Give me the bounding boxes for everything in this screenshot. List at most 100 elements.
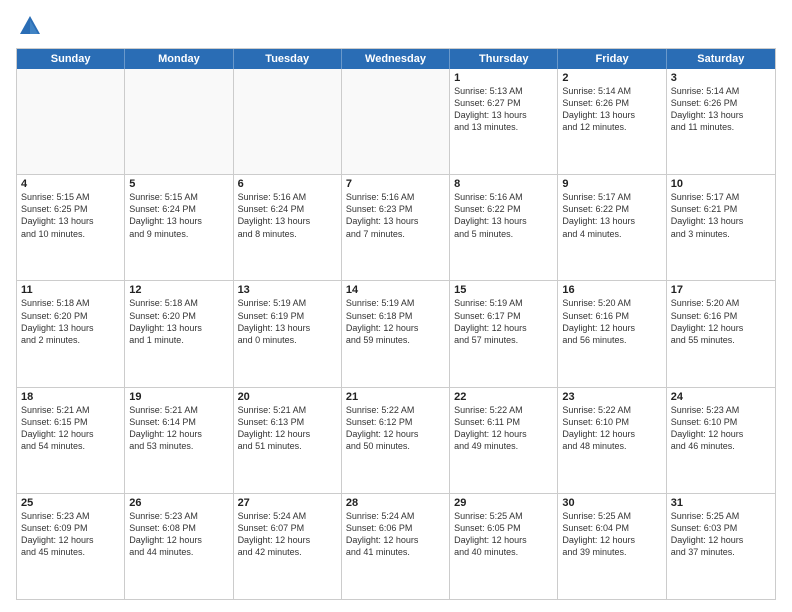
day-number: 23 <box>562 391 661 403</box>
day-number: 12 <box>129 284 228 296</box>
logo-icon <box>16 12 44 40</box>
day-number: 15 <box>454 284 553 296</box>
cell-info: Sunrise: 5:22 AM Sunset: 6:11 PM Dayligh… <box>454 404 553 453</box>
cal-header-thursday: Thursday <box>450 49 558 69</box>
cal-cell-18: 18Sunrise: 5:21 AM Sunset: 6:15 PM Dayli… <box>17 388 125 493</box>
cell-info: Sunrise: 5:25 AM Sunset: 6:03 PM Dayligh… <box>671 510 771 559</box>
cal-cell-25: 25Sunrise: 5:23 AM Sunset: 6:09 PM Dayli… <box>17 494 125 599</box>
cell-info: Sunrise: 5:22 AM Sunset: 6:10 PM Dayligh… <box>562 404 661 453</box>
cell-info: Sunrise: 5:18 AM Sunset: 6:20 PM Dayligh… <box>21 297 120 346</box>
cell-info: Sunrise: 5:23 AM Sunset: 6:08 PM Dayligh… <box>129 510 228 559</box>
cal-cell-empty-0-1 <box>125 69 233 174</box>
cal-row-0: 1Sunrise: 5:13 AM Sunset: 6:27 PM Daylig… <box>17 69 775 174</box>
cal-cell-23: 23Sunrise: 5:22 AM Sunset: 6:10 PM Dayli… <box>558 388 666 493</box>
cell-info: Sunrise: 5:25 AM Sunset: 6:05 PM Dayligh… <box>454 510 553 559</box>
day-number: 6 <box>238 178 337 190</box>
cal-cell-10: 10Sunrise: 5:17 AM Sunset: 6:21 PM Dayli… <box>667 175 775 280</box>
cal-header-saturday: Saturday <box>667 49 775 69</box>
cal-cell-28: 28Sunrise: 5:24 AM Sunset: 6:06 PM Dayli… <box>342 494 450 599</box>
cal-cell-27: 27Sunrise: 5:24 AM Sunset: 6:07 PM Dayli… <box>234 494 342 599</box>
day-number: 17 <box>671 284 771 296</box>
cal-cell-9: 9Sunrise: 5:17 AM Sunset: 6:22 PM Daylig… <box>558 175 666 280</box>
cal-row-1: 4Sunrise: 5:15 AM Sunset: 6:25 PM Daylig… <box>17 174 775 280</box>
cell-info: Sunrise: 5:21 AM Sunset: 6:15 PM Dayligh… <box>21 404 120 453</box>
cell-info: Sunrise: 5:18 AM Sunset: 6:20 PM Dayligh… <box>129 297 228 346</box>
cell-info: Sunrise: 5:19 AM Sunset: 6:18 PM Dayligh… <box>346 297 445 346</box>
cell-info: Sunrise: 5:15 AM Sunset: 6:24 PM Dayligh… <box>129 191 228 240</box>
cell-info: Sunrise: 5:20 AM Sunset: 6:16 PM Dayligh… <box>562 297 661 346</box>
day-number: 4 <box>21 178 120 190</box>
cell-info: Sunrise: 5:19 AM Sunset: 6:19 PM Dayligh… <box>238 297 337 346</box>
day-number: 8 <box>454 178 553 190</box>
cal-cell-24: 24Sunrise: 5:23 AM Sunset: 6:10 PM Dayli… <box>667 388 775 493</box>
cal-cell-4: 4Sunrise: 5:15 AM Sunset: 6:25 PM Daylig… <box>17 175 125 280</box>
day-number: 24 <box>671 391 771 403</box>
day-number: 27 <box>238 497 337 509</box>
cal-header-friday: Friday <box>558 49 666 69</box>
cell-info: Sunrise: 5:21 AM Sunset: 6:14 PM Dayligh… <box>129 404 228 453</box>
cell-info: Sunrise: 5:23 AM Sunset: 6:09 PM Dayligh… <box>21 510 120 559</box>
cal-cell-15: 15Sunrise: 5:19 AM Sunset: 6:17 PM Dayli… <box>450 281 558 386</box>
cell-info: Sunrise: 5:21 AM Sunset: 6:13 PM Dayligh… <box>238 404 337 453</box>
cal-cell-29: 29Sunrise: 5:25 AM Sunset: 6:05 PM Dayli… <box>450 494 558 599</box>
day-number: 13 <box>238 284 337 296</box>
cal-cell-empty-0-2 <box>234 69 342 174</box>
day-number: 10 <box>671 178 771 190</box>
cal-cell-7: 7Sunrise: 5:16 AM Sunset: 6:23 PM Daylig… <box>342 175 450 280</box>
cell-info: Sunrise: 5:17 AM Sunset: 6:22 PM Dayligh… <box>562 191 661 240</box>
calendar-body: 1Sunrise: 5:13 AM Sunset: 6:27 PM Daylig… <box>17 69 775 599</box>
cal-header-tuesday: Tuesday <box>234 49 342 69</box>
day-number: 29 <box>454 497 553 509</box>
cal-cell-19: 19Sunrise: 5:21 AM Sunset: 6:14 PM Dayli… <box>125 388 233 493</box>
header <box>16 12 776 40</box>
cell-info: Sunrise: 5:23 AM Sunset: 6:10 PM Dayligh… <box>671 404 771 453</box>
cal-cell-21: 21Sunrise: 5:22 AM Sunset: 6:12 PM Dayli… <box>342 388 450 493</box>
day-number: 18 <box>21 391 120 403</box>
cell-info: Sunrise: 5:16 AM Sunset: 6:24 PM Dayligh… <box>238 191 337 240</box>
cal-header-monday: Monday <box>125 49 233 69</box>
day-number: 3 <box>671 72 771 84</box>
day-number: 14 <box>346 284 445 296</box>
cell-info: Sunrise: 5:17 AM Sunset: 6:21 PM Dayligh… <box>671 191 771 240</box>
day-number: 28 <box>346 497 445 509</box>
cal-row-4: 25Sunrise: 5:23 AM Sunset: 6:09 PM Dayli… <box>17 493 775 599</box>
day-number: 21 <box>346 391 445 403</box>
cell-info: Sunrise: 5:14 AM Sunset: 6:26 PM Dayligh… <box>562 85 661 134</box>
cal-cell-6: 6Sunrise: 5:16 AM Sunset: 6:24 PM Daylig… <box>234 175 342 280</box>
cell-info: Sunrise: 5:13 AM Sunset: 6:27 PM Dayligh… <box>454 85 553 134</box>
cal-cell-30: 30Sunrise: 5:25 AM Sunset: 6:04 PM Dayli… <box>558 494 666 599</box>
day-number: 26 <box>129 497 228 509</box>
cal-cell-13: 13Sunrise: 5:19 AM Sunset: 6:19 PM Dayli… <box>234 281 342 386</box>
cell-info: Sunrise: 5:16 AM Sunset: 6:23 PM Dayligh… <box>346 191 445 240</box>
cell-info: Sunrise: 5:14 AM Sunset: 6:26 PM Dayligh… <box>671 85 771 134</box>
cal-row-2: 11Sunrise: 5:18 AM Sunset: 6:20 PM Dayli… <box>17 280 775 386</box>
cell-info: Sunrise: 5:20 AM Sunset: 6:16 PM Dayligh… <box>671 297 771 346</box>
cal-cell-empty-0-0 <box>17 69 125 174</box>
cal-cell-31: 31Sunrise: 5:25 AM Sunset: 6:03 PM Dayli… <box>667 494 775 599</box>
cal-cell-12: 12Sunrise: 5:18 AM Sunset: 6:20 PM Dayli… <box>125 281 233 386</box>
day-number: 11 <box>21 284 120 296</box>
cell-info: Sunrise: 5:15 AM Sunset: 6:25 PM Dayligh… <box>21 191 120 240</box>
cal-cell-8: 8Sunrise: 5:16 AM Sunset: 6:22 PM Daylig… <box>450 175 558 280</box>
cal-cell-16: 16Sunrise: 5:20 AM Sunset: 6:16 PM Dayli… <box>558 281 666 386</box>
cal-cell-1: 1Sunrise: 5:13 AM Sunset: 6:27 PM Daylig… <box>450 69 558 174</box>
cal-cell-26: 26Sunrise: 5:23 AM Sunset: 6:08 PM Dayli… <box>125 494 233 599</box>
day-number: 16 <box>562 284 661 296</box>
cell-info: Sunrise: 5:24 AM Sunset: 6:06 PM Dayligh… <box>346 510 445 559</box>
cell-info: Sunrise: 5:22 AM Sunset: 6:12 PM Dayligh… <box>346 404 445 453</box>
day-number: 9 <box>562 178 661 190</box>
calendar-header: SundayMondayTuesdayWednesdayThursdayFrid… <box>17 49 775 69</box>
cell-info: Sunrise: 5:19 AM Sunset: 6:17 PM Dayligh… <box>454 297 553 346</box>
cal-cell-2: 2Sunrise: 5:14 AM Sunset: 6:26 PM Daylig… <box>558 69 666 174</box>
cal-cell-3: 3Sunrise: 5:14 AM Sunset: 6:26 PM Daylig… <box>667 69 775 174</box>
cal-header-wednesday: Wednesday <box>342 49 450 69</box>
day-number: 30 <box>562 497 661 509</box>
cal-cell-17: 17Sunrise: 5:20 AM Sunset: 6:16 PM Dayli… <box>667 281 775 386</box>
day-number: 7 <box>346 178 445 190</box>
day-number: 31 <box>671 497 771 509</box>
day-number: 25 <box>21 497 120 509</box>
cell-info: Sunrise: 5:25 AM Sunset: 6:04 PM Dayligh… <box>562 510 661 559</box>
day-number: 22 <box>454 391 553 403</box>
day-number: 1 <box>454 72 553 84</box>
cal-cell-22: 22Sunrise: 5:22 AM Sunset: 6:11 PM Dayli… <box>450 388 558 493</box>
